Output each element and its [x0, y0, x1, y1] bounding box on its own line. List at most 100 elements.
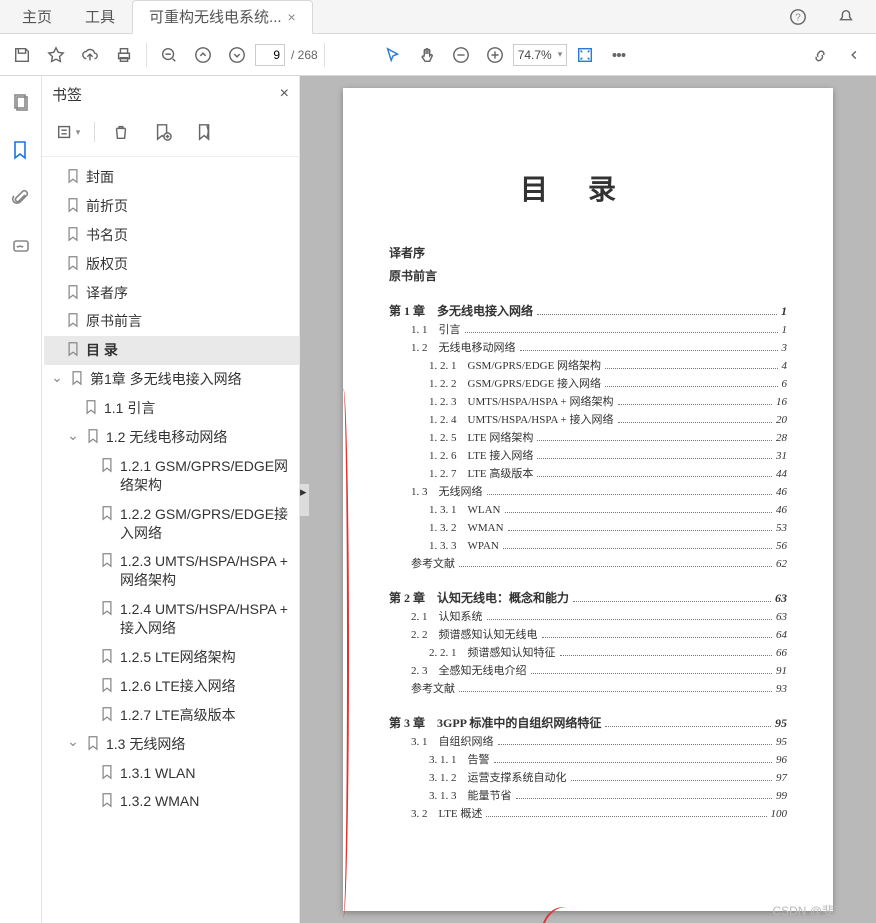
bookmark-item[interactable]: 书名页	[44, 221, 299, 250]
close-icon[interactable]: ×	[288, 9, 296, 25]
bookmark-toolbar: ▾	[42, 112, 299, 157]
toc-row: 1. 2. 5 LTE 网络架构28	[389, 429, 787, 445]
page-number-input[interactable]	[255, 44, 285, 66]
find-bookmark-icon[interactable]	[189, 116, 221, 148]
bookmark-icon	[100, 457, 114, 473]
options-icon[interactable]: ▾	[52, 116, 84, 148]
bookmark-item[interactable]: 1.2.6 LTE接入网络	[44, 672, 299, 701]
bookmark-item[interactable]: 封面	[44, 163, 299, 192]
tab-home[interactable]: 主页	[6, 0, 69, 34]
toc-row: 1. 2. 2 GSM/GPRS/EDGE 接入网络6	[389, 375, 787, 391]
bookmark-item[interactable]: 1.1 引言	[44, 394, 299, 423]
toc-page: 46	[776, 486, 787, 498]
bookmark-item[interactable]: 译者序	[44, 279, 299, 308]
gutter-handle-icon[interactable]: ▸	[300, 483, 310, 517]
toc-page: 62	[776, 558, 787, 570]
bookmark-item[interactable]: 版权页	[44, 250, 299, 279]
bookmark-item[interactable]: 1.2.7 LTE高级版本	[44, 701, 299, 730]
bookmark-item[interactable]: 前折页	[44, 192, 299, 221]
bookmark-label: 目 录	[86, 341, 293, 360]
chevron-down-icon[interactable]: ⌄	[50, 370, 64, 384]
close-icon[interactable]: ×	[280, 85, 289, 103]
toc-label: 1. 2 无线电移动网络	[411, 339, 516, 355]
toc-row: 第 1 章 多无线电接入网络1	[389, 302, 787, 319]
zoom-select[interactable]: 74.7%▾	[513, 44, 568, 66]
page-down-icon[interactable]	[221, 39, 253, 71]
bookmarks-icon[interactable]	[7, 136, 35, 164]
star-icon[interactable]	[40, 39, 72, 71]
chevron-down-icon: ▾	[558, 49, 563, 60]
toc-page: 66	[776, 647, 787, 659]
bookmark-list[interactable]: 封面前折页书名页版权页译者序原书前言目 录 ⌄ 第1章 多无线电接入网络 1.1 引言…	[42, 157, 299, 923]
page-up-icon[interactable]	[187, 39, 219, 71]
toc-row: 1. 2. 4 UMTS/HSPA/HSPA + 接入网络20	[389, 411, 787, 427]
tab-bar: 主页 工具 可重构无线电系统... × ?	[0, 0, 876, 34]
toc-row: 1. 3. 3 WPAN56	[389, 537, 787, 553]
share-link-icon[interactable]	[804, 39, 836, 71]
bookmark-label: 1.2.5 LTE网络架构	[120, 648, 293, 667]
new-bookmark-icon[interactable]	[147, 116, 179, 148]
toc-page: 91	[776, 665, 787, 677]
bookmark-item[interactable]: ⌄1.3 无线网络	[44, 730, 299, 759]
toc-row: 1. 2. 3 UMTS/HSPA/HSPA + 网络架构16	[389, 393, 787, 409]
toc-label: 参考文献	[411, 555, 455, 571]
bookmark-item[interactable]: 1.2.3 UMTS/HSPA/HSPA + 网络架构	[44, 547, 299, 595]
print-icon[interactable]	[108, 39, 140, 71]
toc-label: 参考文献	[411, 680, 455, 696]
chevron-down-icon[interactable]: ⌄	[66, 735, 80, 749]
delete-icon[interactable]	[105, 116, 137, 148]
toc-row: 参考文献 93	[389, 680, 787, 696]
toc-label: 2. 1 认知系统	[411, 608, 483, 624]
hand-tool-icon[interactable]	[411, 39, 443, 71]
toc-page: 53	[776, 522, 787, 534]
watermark: CSDN @斐夷所非	[772, 902, 870, 919]
toc-page: 63	[776, 611, 787, 623]
chevron-right-icon[interactable]	[838, 39, 870, 71]
bookmark-item[interactable]: 1.3.1 WLAN	[44, 759, 299, 788]
more-icon[interactable]	[603, 39, 635, 71]
bookmark-icon	[66, 197, 80, 213]
bookmark-item[interactable]: 1.3.2 WMAN	[44, 787, 299, 816]
panel-title: 书签	[52, 84, 82, 105]
cloud-upload-icon[interactable]	[74, 39, 106, 71]
zoom-in-button[interactable]	[479, 39, 511, 71]
help-icon[interactable]: ?	[782, 1, 814, 33]
bookmark-item[interactable]: 1.2.4 UMTS/HSPA/HSPA + 接入网络	[44, 595, 299, 643]
tab-label: 工具	[85, 6, 115, 27]
thumbnails-icon[interactable]	[7, 88, 35, 116]
chevron-down-icon[interactable]: ⌄	[66, 428, 80, 442]
toc-page: 3	[782, 342, 788, 354]
bell-icon[interactable]	[830, 1, 862, 33]
toc-page: 93	[776, 683, 787, 695]
tab-document[interactable]: 可重构无线电系统... ×	[132, 0, 313, 34]
bookmark-label: 版权页	[86, 255, 293, 274]
bookmark-item[interactable]: ⌄ 第1章 多无线电接入网络	[44, 365, 299, 394]
bookmark-item[interactable]: 1.2.5 LTE网络架构	[44, 643, 299, 672]
bookmark-item[interactable]: 原书前言	[44, 307, 299, 336]
bookmark-label: 1.2 无线电移动网络	[106, 428, 293, 447]
zoom-out-icon[interactable]	[153, 39, 185, 71]
toc-row: 1. 2. 7 LTE 高级版本44	[389, 465, 787, 481]
bookmark-label: 第1章 多无线电接入网络	[90, 370, 293, 389]
bookmark-item[interactable]: 1.2.2 GSM/GPRS/EDGE接入网络	[44, 500, 299, 548]
select-tool-icon[interactable]	[377, 39, 409, 71]
bookmark-icon	[86, 735, 100, 751]
bookmark-label: 1.3.1 WLAN	[120, 764, 293, 783]
fit-page-icon[interactable]	[569, 39, 601, 71]
toc-row: 1. 3. 1 WLAN46	[389, 501, 787, 517]
toc-page: 95	[775, 716, 787, 731]
bookmark-item[interactable]: 1.2.1 GSM/GPRS/EDGE网络架构	[44, 452, 299, 500]
zoom-out-button[interactable]	[445, 39, 477, 71]
save-icon[interactable]	[6, 39, 38, 71]
toc-label: 1. 1 引言	[411, 321, 461, 337]
signatures-icon[interactable]	[7, 232, 35, 260]
bookmark-item[interactable]: ⌄ 1.2 无线电移动网络	[44, 423, 299, 452]
toc-label: 1. 2. 7 LTE 高级版本	[429, 465, 533, 481]
tab-tools[interactable]: 工具	[69, 0, 132, 34]
bookmark-icon	[100, 552, 114, 568]
attachments-icon[interactable]	[7, 184, 35, 212]
page-area[interactable]: ▸ 目录 译者序 原书前言 第 1 章 多无线电接入网络11. 1 引言11. …	[300, 76, 876, 923]
bookmark-item[interactable]: 目 录	[44, 336, 299, 365]
toc-label: 2. 2. 1 频谱感知认知特征	[429, 644, 556, 660]
bookmark-icon	[66, 226, 80, 242]
